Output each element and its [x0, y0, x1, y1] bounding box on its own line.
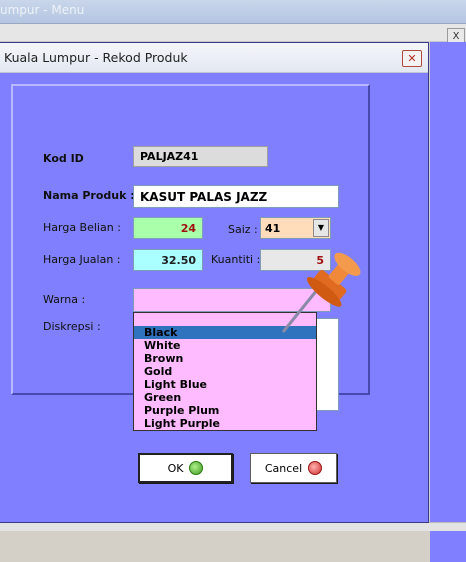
chevron-down-icon[interactable]: ▼: [313, 219, 329, 237]
background-window-body: [430, 42, 466, 562]
dropdown-option[interactable]: Purple Plum: [134, 404, 316, 417]
ok-button[interactable]: OK: [138, 453, 233, 483]
cancel-button[interactable]: Cancel: [250, 453, 337, 483]
cancel-label: Cancel: [264, 461, 303, 475]
cancel-icon: [308, 461, 323, 475]
dropdown-option[interactable]: Light Purple: [134, 417, 316, 430]
diskrepsi-label: Diskrepsi :: [43, 320, 101, 333]
background-toolbar-strip: [0, 24, 466, 42]
dialog-close-button[interactable]: ✕: [402, 50, 422, 67]
harga-belian-field[interactable]: 24: [133, 217, 203, 239]
dialog-titlebar[interactable]: Kuala Lumpur - Rekod Produk ✕: [0, 43, 428, 73]
background-window-title: umpur - Menu: [0, 3, 85, 17]
nama-produk-field[interactable]: KASUT PALAS JAZZ: [133, 185, 339, 208]
warna-label: Warna :: [43, 293, 86, 306]
kuantiti-label: Kuantiti :: [211, 253, 261, 266]
kod-id-label: Kod ID: [43, 152, 84, 165]
harga-jualan-label: Harga Jualan :: [43, 253, 121, 266]
pushpin-icon: [281, 252, 361, 333]
kod-id-field[interactable]: PALJAZ41: [133, 146, 268, 167]
dropdown-option[interactable]: Light Blue: [134, 378, 316, 391]
check-icon: [189, 461, 204, 475]
dialog-title: Kuala Lumpur - Rekod Produk: [4, 50, 188, 65]
dropdown-option[interactable]: Brown: [134, 352, 316, 365]
saiz-label: Saiz :: [228, 223, 258, 236]
background-window-bottom: [0, 522, 466, 531]
dropdown-option[interactable]: White: [134, 339, 316, 352]
harga-belian-label: Harga Belian :: [43, 221, 121, 234]
harga-jualan-field[interactable]: 32.50: [133, 249, 203, 271]
nama-produk-label: Nama Produk :: [43, 189, 135, 202]
dropdown-option[interactable]: Green: [134, 391, 316, 404]
dropdown-option[interactable]: Gold: [134, 365, 316, 378]
ok-label: OK: [167, 461, 184, 475]
